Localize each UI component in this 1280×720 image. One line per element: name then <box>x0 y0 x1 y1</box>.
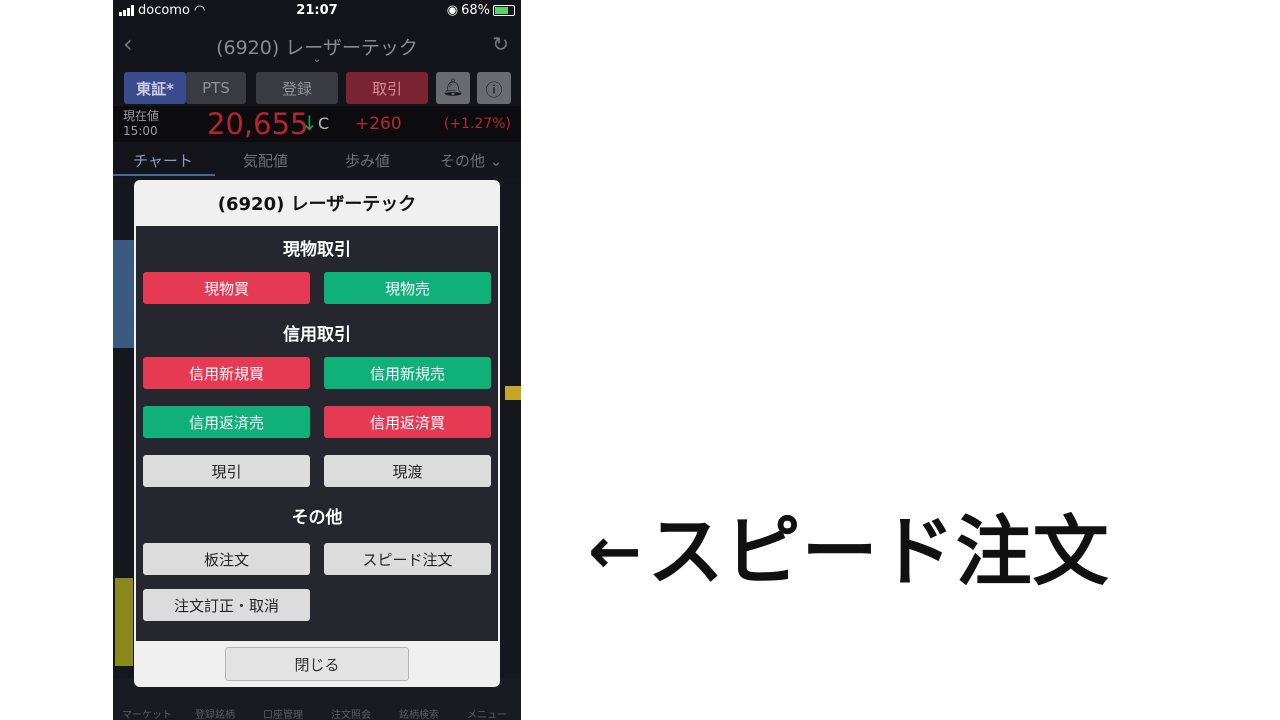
margin-new-sell-button[interactable]: 信用新規売 <box>324 357 491 389</box>
down-arrow-icon: ↓ <box>301 111 318 135</box>
spot-sell-button[interactable]: 現物売 <box>324 272 491 304</box>
tab-other-label: その他 <box>440 152 486 170</box>
left-arrow-icon: ← <box>588 515 642 589</box>
bottom-nav-menu[interactable]: メニュー <box>453 706 521 720</box>
tosho-button[interactable]: 東証* <box>124 72 186 104</box>
price-row: 現在値 15:00 20,655 ↓ C +260 (+1.27%) <box>113 106 521 142</box>
genbiki-button[interactable]: 現引 <box>143 455 310 487</box>
annotation-text: スピード注文 <box>647 507 1110 596</box>
tab-bar: チャート 気配値 歩み値 その他 ⌄ <box>113 144 521 176</box>
margin-new-buy-button[interactable]: 信用新規買 <box>143 357 310 389</box>
trade-button[interactable]: 取引 <box>346 72 428 104</box>
section-spot: 現物取引 <box>283 240 351 260</box>
current-price: 20,655 <box>207 107 309 141</box>
nav-bar: ‹ (6920) レーザーテック ⌄ ↻ <box>113 22 521 68</box>
info-icon[interactable]: ⓘ <box>477 72 511 104</box>
tab-ticks[interactable]: 歩み値 <box>345 150 390 171</box>
pts-button[interactable]: PTS <box>186 72 246 104</box>
genwatashi-button[interactable]: 現渡 <box>324 455 491 487</box>
board-order-button[interactable]: 板注文 <box>143 543 310 575</box>
chart-highlight <box>113 240 135 348</box>
volume-bars <box>115 578 133 666</box>
chevron-down-icon[interactable]: ⌄ <box>113 54 521 65</box>
bell-icon[interactable]: 🔔︎ <box>436 72 470 104</box>
orientation-lock-icon: ◉ <box>446 3 459 18</box>
price-time: 15:00 <box>123 124 158 138</box>
bottom-nav-market[interactable]: マーケット <box>113 706 181 720</box>
battery-percent: 68% <box>461 3 490 18</box>
phone-screen: docomo ◠ 21:07 ◉ 68% ‹ (6920) レーザーテック ⌄ … <box>113 0 521 720</box>
refresh-icon[interactable]: ↻ <box>492 32 509 56</box>
section-other: その他 <box>291 508 343 528</box>
close-mark: C <box>318 114 330 133</box>
annotation-callout: ← スピード注文 <box>588 502 1110 602</box>
margin-repay-sell-button[interactable]: 信用返済売 <box>143 406 310 438</box>
modify-cancel-button[interactable]: 注文訂正・取消 <box>143 589 310 621</box>
chevron-down-icon: ⌄ <box>489 152 503 170</box>
bottom-nav-orders[interactable]: 注文照会 <box>317 706 385 720</box>
market-button-row: 東証* PTS 登録 取引 🔔︎ ⓘ <box>124 72 514 104</box>
bottom-nav-search[interactable]: 銘柄検索 <box>385 706 453 720</box>
battery-icon <box>493 5 515 16</box>
price-change-pct: (+1.27%) <box>443 116 511 132</box>
margin-repay-buy-button[interactable]: 信用返済買 <box>324 406 491 438</box>
modal-title: (6920) レーザーテック <box>217 194 417 215</box>
tab-quote[interactable]: 気配値 <box>243 150 288 171</box>
status-right: ◉ 68% <box>447 3 515 18</box>
tab-chart[interactable]: チャート <box>133 150 193 171</box>
modal-body: 現物取引 現物買 現物売 信用取引 信用新規買 信用新規売 信用返済売 信用返済… <box>136 226 498 641</box>
section-margin: 信用取引 <box>283 325 351 345</box>
tab-indicator <box>113 174 215 176</box>
screen: docomo ◠ 21:07 ◉ 68% ‹ (6920) レーザーテック ⌄ … <box>0 0 1280 720</box>
current-price-label: 現在値 <box>123 109 160 123</box>
close-button[interactable]: 閉じる <box>225 647 409 681</box>
spot-buy-button[interactable]: 現物買 <box>143 272 310 304</box>
order-modal: (6920) レーザーテック 現物取引 現物買 現物売 信用取引 信用新規買 信… <box>134 180 500 687</box>
price-label: 現在値 15:00 <box>123 109 159 139</box>
bottom-nav-watchlist[interactable]: 登録銘柄 <box>181 706 249 720</box>
price-change: +260 <box>355 114 402 134</box>
speed-order-button[interactable]: スピード注文 <box>324 543 491 575</box>
tab-other[interactable]: その他 ⌄ <box>440 150 502 171</box>
bottom-nav-account[interactable]: 口座管理 <box>249 706 317 720</box>
chart-price-tag <box>505 386 521 400</box>
status-bar: docomo ◠ 21:07 ◉ 68% <box>113 0 521 22</box>
register-button[interactable]: 登録 <box>256 72 338 104</box>
